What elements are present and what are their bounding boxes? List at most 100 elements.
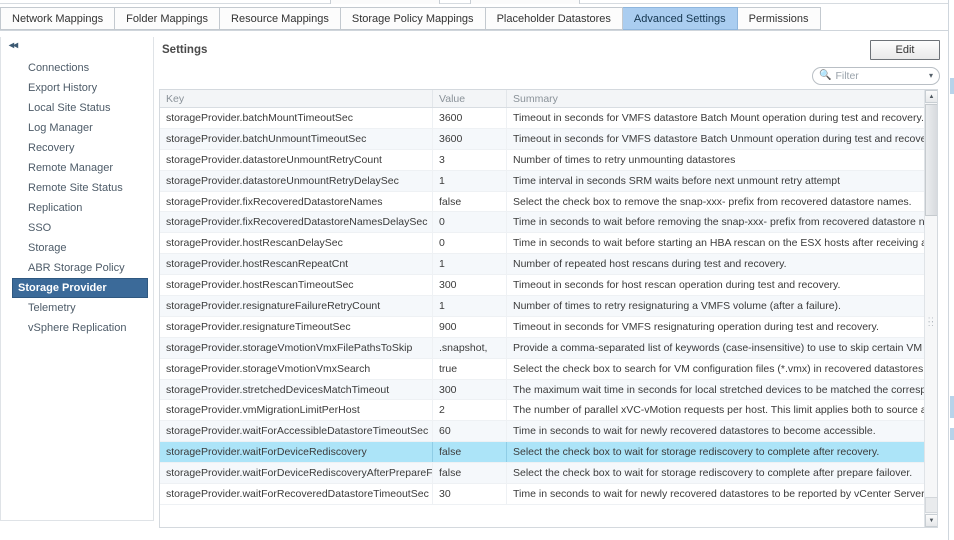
sidebar: ◂◂ Connections Export History Local Site S… bbox=[0, 37, 154, 521]
cell-value: true bbox=[433, 358, 507, 379]
content-header: Settings Edit bbox=[159, 37, 954, 67]
cell-key: storageProvider.waitForDeviceRediscovery… bbox=[160, 463, 433, 484]
collapse-left-icon[interactable]: ◂◂ bbox=[9, 41, 18, 51]
application-window: Network Mappings Folder Mappings Resource … bbox=[0, 0, 954, 540]
table-row[interactable]: storageProvider.hostRescanTimeoutSec 300 T… bbox=[160, 275, 937, 297]
right-edge-accent-1 bbox=[950, 78, 954, 94]
cell-summary: Number of times to retry resignaturing a… bbox=[513, 299, 841, 312]
table-row[interactable]: storageProvider.fixRecoveredDatastoreNam… bbox=[160, 212, 937, 234]
cell-value: 1 bbox=[433, 254, 507, 275]
cell-key: storageProvider.resignatureFailureRetryC… bbox=[160, 296, 433, 316]
edit-button[interactable]: Edit bbox=[870, 40, 940, 60]
table-row[interactable]: storageProvider.batchUnmountTimeoutSec 36… bbox=[160, 128, 937, 150]
cell-value: 60 bbox=[433, 421, 507, 442]
cell-summary: Time in seconds to wait for newly recove… bbox=[513, 425, 876, 438]
sidebar-item-local-site-status[interactable]: Local Site Status bbox=[12, 98, 149, 118]
tab-resource-mappings[interactable]: Resource Mappings bbox=[220, 7, 341, 30]
scroll-down-arrow[interactable]: ▼ bbox=[925, 514, 937, 527]
cell-value: false bbox=[433, 442, 507, 463]
cell-summary: Timeout in seconds for VMFS datastore Ba… bbox=[513, 132, 937, 145]
table-row[interactable]: storageProvider.fixRecoveredDatastoreNam… bbox=[160, 191, 937, 213]
sidebar-item-sso[interactable]: SSO bbox=[12, 218, 149, 238]
column-header-summary[interactable]: Summary bbox=[507, 90, 937, 107]
filter-box[interactable]: 🔍 ▾ bbox=[812, 67, 940, 85]
cell-value: false bbox=[433, 463, 507, 484]
filter-input[interactable] bbox=[835, 70, 926, 82]
cell-key: storageProvider.hostRescanDelaySec bbox=[160, 233, 433, 254]
cell-key: storageProvider.waitForAccessibleDatasto… bbox=[160, 421, 433, 442]
table-row[interactable]: storageProvider.storageVmotionVmxFilePat… bbox=[160, 337, 937, 359]
tab-folder-mappings[interactable]: Folder Mappings bbox=[115, 7, 221, 30]
sidebar-collapse-row: ◂◂ bbox=[1, 37, 153, 55]
table-row[interactable]: storageProvider.waitForDeviceRediscovery… bbox=[160, 463, 937, 485]
cell-key: storageProvider.stretchedDevicesMatchTim… bbox=[160, 379, 433, 400]
cell-value: 1 bbox=[433, 170, 507, 191]
sidebar-item-connections[interactable]: Connections bbox=[12, 58, 149, 78]
scrollbar-thumb[interactable] bbox=[925, 104, 937, 216]
table-row[interactable]: storageProvider.hostRescanDelaySec 0 Time … bbox=[160, 233, 937, 255]
right-edge-accent-2 bbox=[950, 396, 954, 418]
sidebar-item-vsphere-replication[interactable]: vSphere Replication bbox=[12, 318, 149, 338]
table-vertical-scrollbar[interactable]: ▲ :::: ▼ bbox=[924, 90, 937, 527]
sidebar-item-remote-manager[interactable]: Remote Manager bbox=[12, 158, 149, 178]
top-chrome-segment-1 bbox=[330, 0, 440, 4]
sidebar-item-recovery[interactable]: Recovery bbox=[12, 138, 149, 158]
sidebar-item-telemetry[interactable]: Telemetry bbox=[12, 298, 149, 318]
table-row[interactable]: storageProvider.hostRescanRepeatCnt 1 Numb… bbox=[160, 254, 937, 276]
sidebar-item-export-history[interactable]: Export History bbox=[12, 78, 149, 98]
search-icon: 🔍 bbox=[819, 70, 832, 81]
table-row[interactable]: storageProvider.storageVmotionVmxSearch t… bbox=[160, 358, 937, 380]
cell-summary: Number of repeated host rescans during t… bbox=[513, 258, 787, 271]
table-row[interactable]: storageProvider.waitForAccessibleDatasto… bbox=[160, 421, 937, 443]
cell-value: false bbox=[433, 191, 507, 212]
window-right-edge bbox=[948, 0, 954, 540]
chevron-down-icon[interactable]: ▾ bbox=[929, 72, 933, 80]
scroll-up-arrow[interactable]: ▲ bbox=[925, 90, 937, 103]
window-top-chrome bbox=[0, 0, 954, 4]
cell-summary: Select the check box to remove the snap-… bbox=[513, 195, 912, 208]
tab-storage-policy-mappings[interactable]: Storage Policy Mappings bbox=[340, 7, 486, 30]
cell-summary: Timeout in seconds for VMFS resignaturin… bbox=[513, 320, 879, 333]
sidebar-item-abr-storage-policy[interactable]: ABR Storage Policy bbox=[12, 258, 149, 278]
top-chrome-segment-2 bbox=[470, 0, 580, 4]
table-row[interactable]: storageProvider.vmMigrationLimitPerHost 2… bbox=[160, 400, 937, 422]
sidebar-item-storage-provider[interactable]: Storage Provider bbox=[12, 278, 148, 298]
cell-value: 300 bbox=[433, 379, 507, 400]
cell-summary: Time in seconds to wait before removing … bbox=[513, 216, 937, 229]
settings-table: Key Value Summary storageProvider.batchM… bbox=[159, 89, 938, 528]
sidebar-item-remote-site-status[interactable]: Remote Site Status bbox=[12, 178, 149, 198]
page-title: Settings bbox=[162, 44, 208, 56]
cell-key: storageProvider.hostRescanRepeatCnt bbox=[160, 254, 433, 275]
cell-value: 3600 bbox=[433, 108, 507, 128]
table-row[interactable]: storageProvider.batchMountTimeoutSec 3600… bbox=[160, 108, 937, 129]
tab-permissions[interactable]: Permissions bbox=[737, 7, 821, 30]
cell-key: storageProvider.storageVmotionVmxFilePat… bbox=[160, 337, 433, 358]
cell-key: storageProvider.datastoreUnmountRetryDel… bbox=[160, 170, 433, 191]
table-row[interactable]: storageProvider.resignatureTimeoutSec 900… bbox=[160, 316, 937, 338]
column-header-value[interactable]: Value bbox=[433, 90, 507, 107]
table-row[interactable]: storageProvider.waitForDeviceRediscovery… bbox=[160, 442, 937, 464]
tab-placeholder-datastores[interactable]: Placeholder Datastores bbox=[485, 7, 623, 30]
scrollbar-track-dots: :::: bbox=[928, 315, 935, 328]
column-header-key[interactable]: Key bbox=[160, 90, 433, 107]
cell-summary: Number of times to retry unmounting data… bbox=[513, 153, 736, 166]
table-body: storageProvider.batchMountTimeoutSec 3600… bbox=[160, 108, 937, 527]
cell-summary: The maximum wait time in seconds for loc… bbox=[513, 383, 937, 396]
tab-network-mappings[interactable]: Network Mappings bbox=[0, 7, 116, 30]
table-row[interactable]: storageProvider.datastoreUnmountRetryDel… bbox=[160, 170, 937, 192]
cell-key: storageProvider.vmMigrationLimitPerHost bbox=[160, 400, 433, 421]
sidebar-item-storage[interactable]: Storage bbox=[12, 238, 149, 258]
scrollbar-lower-block bbox=[925, 497, 937, 513]
sidebar-item-log-manager[interactable]: Log Manager bbox=[12, 118, 149, 138]
table-row[interactable]: storageProvider.waitForRecoveredDatastor… bbox=[160, 484, 937, 505]
cell-summary: Timeout in seconds for host rescan opera… bbox=[513, 279, 841, 292]
sidebar-nav-list: Connections Export History Local Site Stat… bbox=[1, 55, 153, 338]
table-row[interactable]: storageProvider.datastoreUnmountRetryCou… bbox=[160, 149, 937, 171]
cell-key: storageProvider.fixRecoveredDatastoreNam… bbox=[160, 212, 433, 233]
table-header-row: Key Value Summary bbox=[160, 90, 937, 108]
table-row[interactable]: storageProvider.stretchedDevicesMatchTim… bbox=[160, 379, 937, 401]
table-row[interactable]: storageProvider.resignatureFailureRetryC… bbox=[160, 296, 937, 317]
tab-advanced-settings[interactable]: Advanced Settings bbox=[622, 7, 738, 30]
sidebar-item-replication[interactable]: Replication bbox=[12, 198, 149, 218]
cell-key: storageProvider.fixRecoveredDatastoreNam… bbox=[160, 191, 433, 212]
